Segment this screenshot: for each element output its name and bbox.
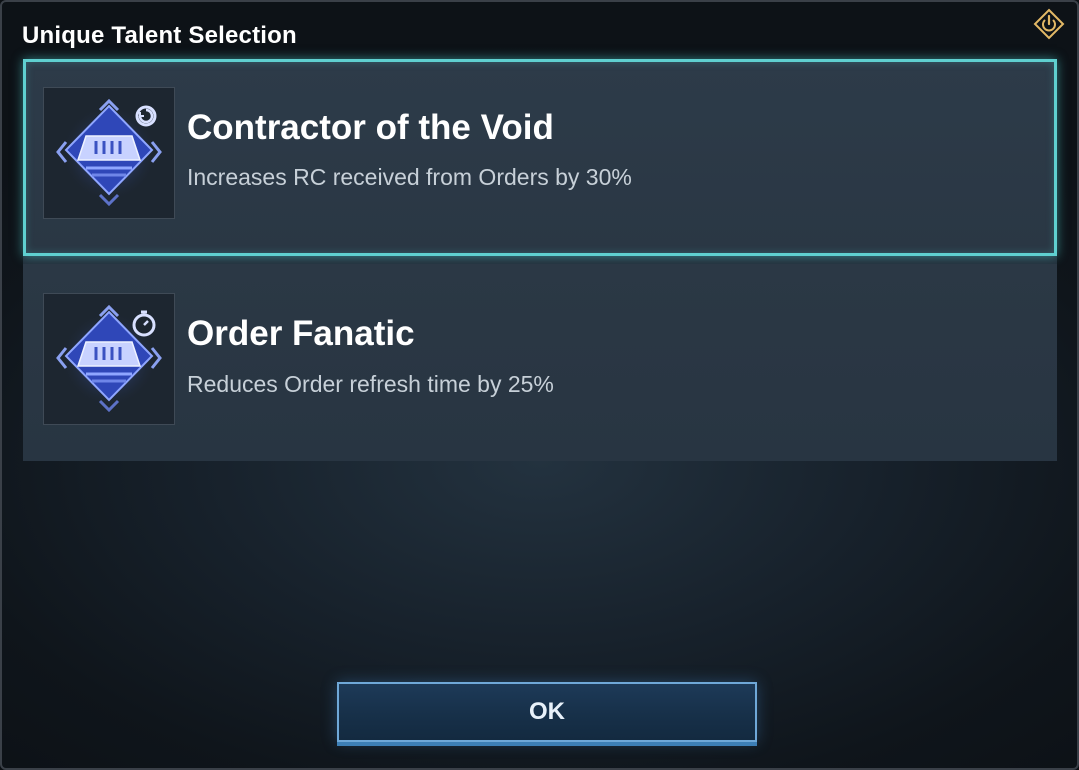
talent-list: Contractor of the Void Increases RC rece… bbox=[23, 59, 1057, 461]
talent-icon-frame bbox=[43, 87, 175, 219]
ok-button[interactable]: OK bbox=[337, 682, 757, 742]
order-board-icon bbox=[56, 98, 162, 207]
talent-description: Increases RC received from Orders by 30% bbox=[187, 164, 632, 190]
talent-name: Order Fanatic bbox=[187, 314, 415, 353]
talent-selection-dialog: Unique Talent Selection Contractor of th… bbox=[0, 0, 1079, 770]
stopwatch-icon bbox=[132, 310, 156, 337]
talent-description: Reduces Order refresh time by 25% bbox=[187, 371, 554, 397]
talent-name: Contractor of the Void bbox=[187, 108, 554, 147]
talent-card-order-fanatic[interactable]: Order Fanatic Reduces Order refresh time… bbox=[23, 264, 1057, 461]
refresh-icon bbox=[135, 105, 157, 127]
power-icon[interactable] bbox=[1033, 8, 1065, 40]
talent-icon-frame bbox=[43, 293, 175, 425]
order-board-icon bbox=[56, 304, 162, 413]
dialog-title: Unique Talent Selection bbox=[22, 22, 297, 49]
talent-card-contractor-of-the-void[interactable]: Contractor of the Void Increases RC rece… bbox=[23, 59, 1057, 256]
